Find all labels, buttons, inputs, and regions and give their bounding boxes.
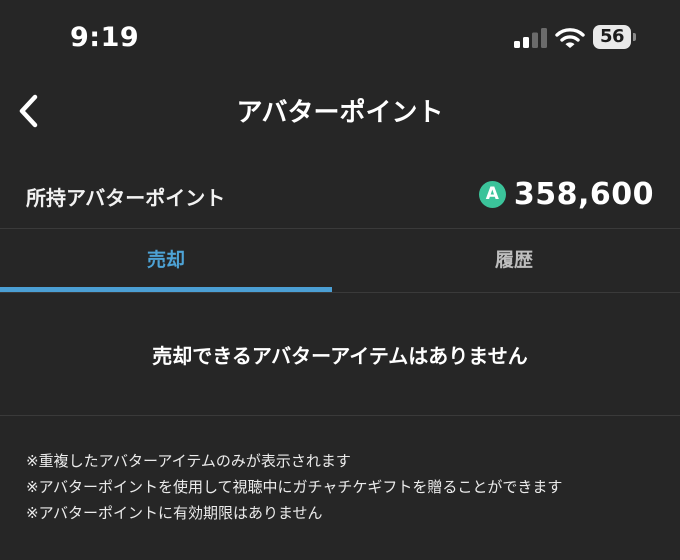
avatar-points-screen: 9:19 56 アバターポイント 所持アバターポイント A 358,600 売却…: [0, 0, 680, 560]
note-item: ※重複したアバターアイテムのみが表示されます: [26, 452, 351, 470]
owned-points-value-group: A 358,600: [478, 176, 654, 212]
battery-indicator: 56: [593, 25, 636, 49]
tab-history[interactable]: 履歴: [348, 229, 680, 292]
navigation-bar: アバターポイント: [0, 76, 680, 142]
battery-percent: 56: [593, 25, 631, 49]
empty-state-message: 売却できるアバターアイテムはありません: [152, 344, 528, 368]
owned-points-label: 所持アバターポイント: [26, 186, 226, 210]
battery-cap: [633, 33, 636, 41]
divider: [0, 415, 680, 416]
notes-list: ※重複したアバターアイテムのみが表示されます ※アバターポイントを使用して視聴中…: [26, 448, 666, 526]
avatar-point-icon: A: [478, 180, 506, 208]
page-title: アバターポイント: [236, 98, 444, 128]
status-time: 9:19: [70, 22, 140, 53]
owned-points-row: 所持アバターポイント A 358,600: [0, 160, 680, 229]
owned-points-value: 358,600: [513, 176, 654, 212]
tab-bar: 売却 履歴: [0, 229, 680, 293]
cellular-signal-icon: [514, 28, 547, 48]
status-bar: 9:19 56: [0, 0, 680, 76]
active-tab-indicator: [0, 287, 332, 292]
wifi-icon: [555, 28, 585, 48]
note-item: ※アバターポイントに有効期限はありません: [26, 504, 323, 522]
note-item: ※アバターポイントを使用して視聴中にガチャチケギフトを贈ることができます: [26, 478, 563, 496]
tab-sell[interactable]: 売却: [0, 229, 332, 292]
